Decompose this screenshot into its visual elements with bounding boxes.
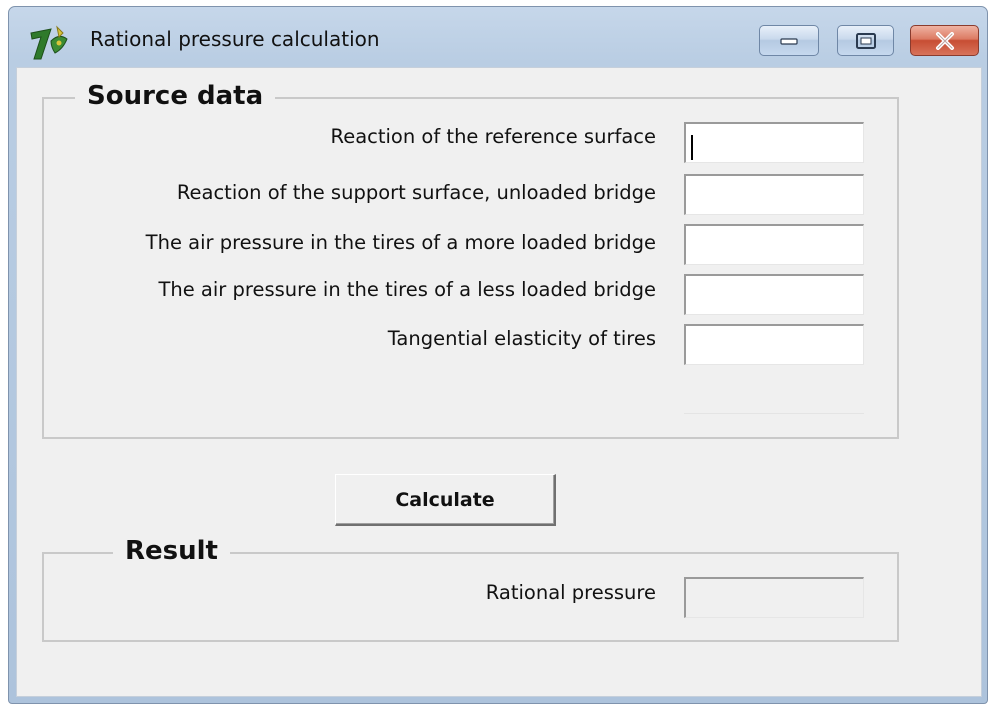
rational-pressure-label: Rational pressure: [485, 581, 656, 604]
more-loaded-bridge-pressure-label: The air pressure in the tires of a more …: [145, 231, 656, 254]
support-surface-reaction-label: Reaction of the support surface, unloade…: [176, 181, 656, 204]
less-loaded-bridge-pressure-label: The air pressure in the tires of a less …: [158, 278, 656, 301]
result-heading: Result: [113, 536, 230, 566]
rational-pressure-output: [684, 577, 864, 618]
window-title: Rational pressure calculation: [90, 27, 380, 51]
minimize-button[interactable]: [759, 25, 819, 56]
app-logo-icon: [30, 25, 68, 60]
close-button[interactable]: [910, 25, 979, 56]
title-bar[interactable]: Rational pressure calculation: [9, 7, 987, 67]
maximize-button[interactable]: [837, 25, 894, 56]
app-window: Rational pressure calculation Source dat…: [8, 6, 988, 704]
minimize-icon: [780, 37, 798, 45]
maximize-icon: [855, 32, 876, 49]
close-icon: [935, 31, 954, 50]
reference-surface-reaction-input[interactable]: [684, 122, 864, 163]
text-cursor: [691, 135, 693, 160]
window-client-area: Source data Reaction of the reference su…: [16, 67, 982, 697]
divider: [684, 413, 864, 414]
more-loaded-bridge-pressure-input[interactable]: [684, 224, 864, 265]
source-data-heading: Source data: [75, 81, 276, 111]
reference-surface-reaction-label: Reaction of the reference surface: [330, 125, 656, 148]
tangential-elasticity-label: Tangential elasticity of tires: [387, 327, 656, 350]
tangential-elasticity-input[interactable]: [684, 324, 864, 365]
less-loaded-bridge-pressure-input[interactable]: [684, 274, 864, 315]
support-surface-reaction-input[interactable]: [684, 174, 864, 215]
calculate-button[interactable]: Calculate: [335, 474, 556, 526]
